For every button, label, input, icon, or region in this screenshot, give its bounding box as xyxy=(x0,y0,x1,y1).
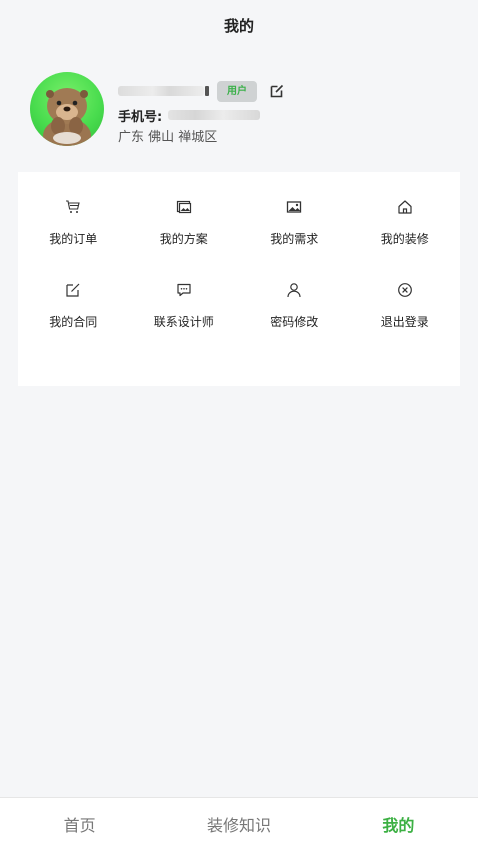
user-icon xyxy=(285,281,303,299)
chat-icon xyxy=(175,281,193,299)
phone-row: 手机号: xyxy=(118,106,261,125)
phone-label: 手机号: xyxy=(118,109,163,125)
tab-mine[interactable]: 我的 xyxy=(319,798,478,850)
username-fragment xyxy=(205,86,209,96)
close-circle-icon xyxy=(396,281,414,299)
edit-icon xyxy=(64,281,82,299)
role-badge: 用户 xyxy=(217,80,257,102)
menu-grid: 我的订单 我的方案 我的需求 我的装修 我的合同 联系设计师 密码修改 退出登录 xyxy=(18,198,460,330)
menu-item-label: 我的需求 xyxy=(270,232,319,246)
page-title: 我的 xyxy=(223,16,254,35)
menu-item-label: 我的合同 xyxy=(49,315,98,329)
location-text: 广东 佛山 禅城区 xyxy=(118,130,218,145)
home-icon xyxy=(396,198,414,216)
menu-item-label: 我的方案 xyxy=(159,232,208,246)
menu-item-label: 我的装修 xyxy=(380,232,429,246)
menu-card: 我的订单 我的方案 我的需求 我的装修 我的合同 联系设计师 密码修改 退出登录 xyxy=(18,172,460,386)
menu-item-change-password[interactable]: 密码修改 xyxy=(239,281,350,330)
role-badge-label: 用户 xyxy=(227,85,247,97)
tab-renovation-knowledge[interactable]: 装修知识 xyxy=(159,798,318,850)
masked-phone-number xyxy=(168,110,261,120)
image-icon xyxy=(285,198,303,216)
masked-username xyxy=(118,86,204,96)
otter-avatar-icon xyxy=(43,88,91,146)
menu-item-logout[interactable]: 退出登录 xyxy=(350,281,461,330)
cart-icon xyxy=(64,198,82,216)
edit-profile-icon[interactable] xyxy=(269,83,285,99)
bottom-tab-bar: 首页 装修知识 我的 xyxy=(0,797,478,850)
menu-item-label: 退出登录 xyxy=(380,315,429,329)
menu-item-label: 联系设计师 xyxy=(153,315,214,329)
menu-item-requirements[interactable]: 我的需求 xyxy=(239,198,350,247)
tab-home[interactable]: 首页 xyxy=(0,798,159,850)
avatar[interactable] xyxy=(30,72,104,146)
profile-section: 用户 手机号: 广东 佛山 禅城区 xyxy=(0,60,478,160)
menu-item-plans[interactable]: 我的方案 xyxy=(129,198,240,247)
user-name-row: 用户 xyxy=(118,80,285,102)
gallery-icon xyxy=(175,198,193,216)
menu-item-contact-designer[interactable]: 联系设计师 xyxy=(129,281,240,330)
menu-item-orders[interactable]: 我的订单 xyxy=(18,198,129,247)
menu-item-label: 我的订单 xyxy=(49,232,98,246)
menu-item-contracts[interactable]: 我的合同 xyxy=(18,281,129,330)
menu-item-renovation[interactable]: 我的装修 xyxy=(350,198,461,247)
menu-item-label: 密码修改 xyxy=(270,315,319,329)
